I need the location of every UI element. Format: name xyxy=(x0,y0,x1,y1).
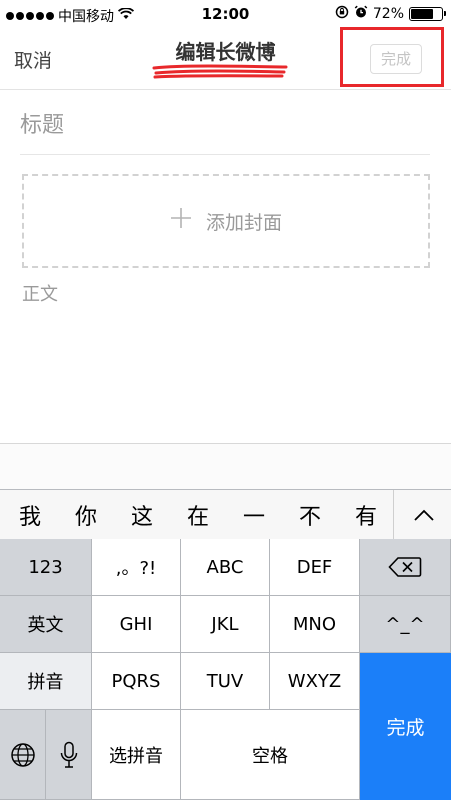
alarm-icon xyxy=(354,5,368,23)
add-cover-button[interactable]: 添加封面 xyxy=(22,174,430,268)
backspace-icon xyxy=(388,557,422,577)
status-right: 72% xyxy=(335,5,446,23)
key-emoticon[interactable]: ^_^ xyxy=(360,596,451,653)
body-input[interactable]: 正文 xyxy=(22,280,58,306)
candidate-separator xyxy=(393,490,394,540)
key-wxyz[interactable]: WXYZ xyxy=(270,653,360,710)
key-punctuation[interactable]: ,。?! xyxy=(92,539,181,596)
candidate-word[interactable]: 我 xyxy=(2,499,58,531)
candidate-bar: 我 你 这 在 一 不 有 xyxy=(0,489,451,540)
expand-candidates-button[interactable] xyxy=(396,490,451,540)
key-mno[interactable]: MNO xyxy=(270,596,360,653)
microphone-key[interactable] xyxy=(46,710,92,800)
title-input[interactable]: 标题 xyxy=(20,107,64,139)
chevron-up-icon xyxy=(413,509,434,521)
globe-icon xyxy=(10,742,35,767)
key-jkl[interactable]: JKL xyxy=(181,596,270,653)
battery-icon xyxy=(409,7,446,21)
editor-toolbar-area xyxy=(0,444,451,489)
key-tuv[interactable]: TUV xyxy=(181,653,270,710)
space-key[interactable]: 空格 xyxy=(181,710,360,800)
candidate-word[interactable]: 这 xyxy=(114,499,170,531)
title-divider xyxy=(20,154,430,155)
key-123[interactable]: 123 xyxy=(0,539,92,596)
microphone-icon xyxy=(60,741,77,768)
status-bar: 中国移动 12:00 72% xyxy=(0,0,451,30)
key-ghi[interactable]: GHI xyxy=(92,596,181,653)
candidate-word[interactable]: 你 xyxy=(58,499,114,531)
key-def[interactable]: DEF xyxy=(270,539,360,596)
done-button[interactable]: 完成 xyxy=(370,44,422,74)
key-pinyin[interactable]: 拼音 xyxy=(0,653,92,710)
key-english[interactable]: 英文 xyxy=(0,596,92,653)
candidate-word[interactable]: 不 xyxy=(282,499,338,531)
plus-icon xyxy=(170,206,192,236)
backspace-key[interactable] xyxy=(360,539,451,596)
battery-percent: 72% xyxy=(372,6,404,22)
keyboard-done-button[interactable]: 完成 xyxy=(360,653,451,800)
key-select-pinyin[interactable]: 选拼音 xyxy=(92,710,181,800)
orientation-lock-icon xyxy=(335,5,349,23)
key-pqrs[interactable]: PQRS xyxy=(92,653,181,710)
globe-key[interactable] xyxy=(0,710,46,800)
candidate-word[interactable]: 一 xyxy=(226,499,282,531)
add-cover-label: 添加封面 xyxy=(205,211,282,234)
candidate-word[interactable]: 在 xyxy=(170,499,226,531)
keyboard: 我 你 这 在 一 不 有 123 ,。?! ABC DEF 英文 GHI JK… xyxy=(0,489,451,800)
redaction-scribble xyxy=(152,64,288,79)
key-abc[interactable]: ABC xyxy=(181,539,270,596)
candidate-word[interactable]: 有 xyxy=(338,499,394,531)
